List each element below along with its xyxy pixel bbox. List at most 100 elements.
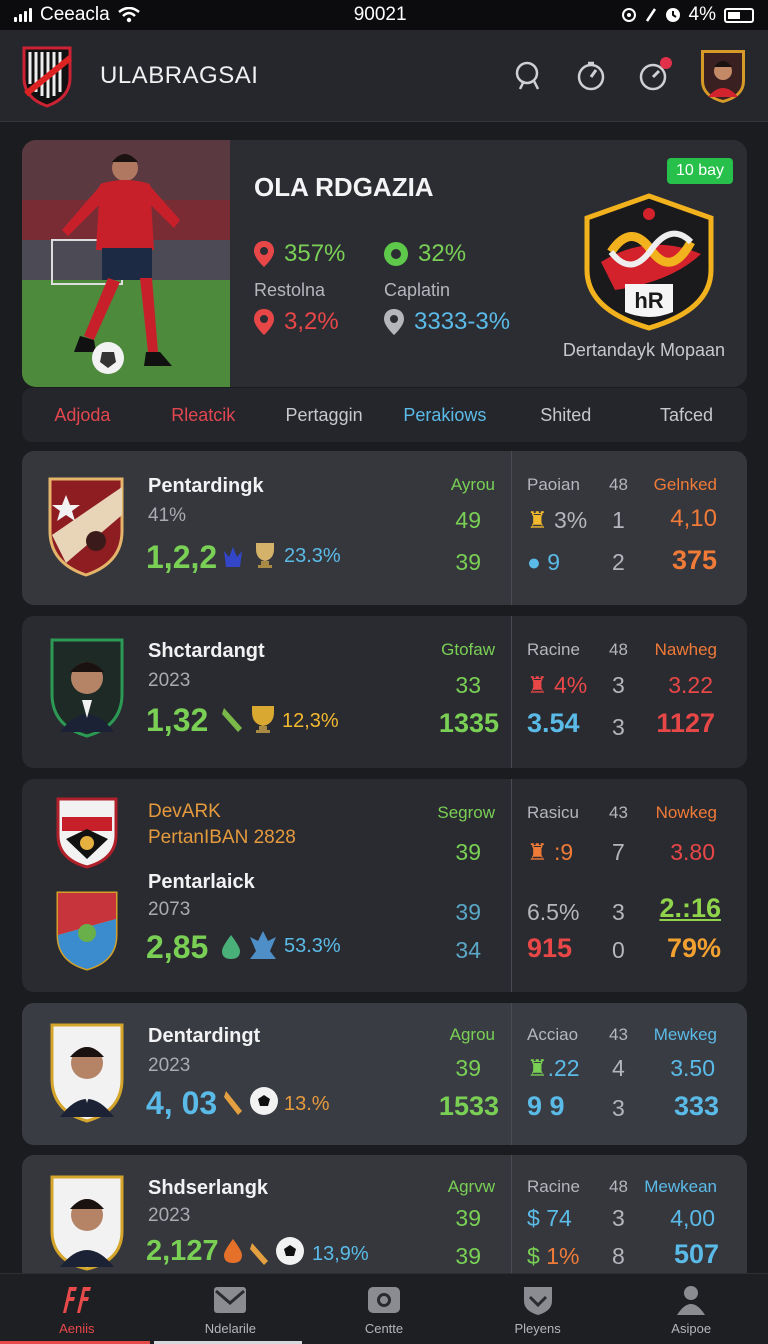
team-card[interactable]: Shdserlangk 2023 2,127 13,9% Agrvw 39 39… xyxy=(22,1155,747,1273)
col-value: 507 xyxy=(673,1239,719,1269)
col-value: 3.80 xyxy=(670,839,715,865)
stat-value: 3333-3% xyxy=(414,308,511,335)
battery-percent: 4% xyxy=(688,4,716,25)
status-bar: Ceeacla 90021 4% xyxy=(0,0,768,30)
stat-secondary: 3,2% xyxy=(254,308,339,336)
team-card[interactable]: Dentardingt 2023 4, 03 13.% Agrou 39 153… xyxy=(22,1003,747,1145)
col-header: Agrvw xyxy=(447,1177,495,1196)
soccer-ball-icon xyxy=(250,1087,278,1115)
search-icon[interactable] xyxy=(512,59,546,93)
col-value: 375 xyxy=(671,545,717,575)
team-percent: 13.% xyxy=(284,1093,330,1115)
nav-label: Aeniis xyxy=(59,1320,95,1336)
col-value: 915 xyxy=(527,933,573,963)
team-card[interactable]: Shctardangt 2023 1,32 12,3% Gtofaw 33 13… xyxy=(22,616,747,768)
club-logo[interactable] xyxy=(20,44,74,108)
col-header: 48 xyxy=(609,475,628,494)
nav-label: Asipoe xyxy=(671,1320,712,1336)
col-value: 3 xyxy=(612,1095,625,1121)
col-value: 3.54 xyxy=(527,708,580,738)
profile-avatar[interactable] xyxy=(698,47,748,105)
team-crest xyxy=(56,797,118,869)
col-value: 6.5% xyxy=(527,899,580,925)
person-icon xyxy=(677,1285,706,1315)
col-header: Gtofaw xyxy=(441,640,495,659)
circle-badge-icon xyxy=(384,242,408,266)
col-header: Segrow xyxy=(437,803,495,822)
crown-icon xyxy=(224,547,242,567)
team-crest xyxy=(56,891,118,971)
tab-pertaggin[interactable]: Pertaggin xyxy=(264,405,385,426)
target-icon xyxy=(621,8,636,22)
col-value: 34 xyxy=(455,937,481,963)
tab-bar: Adjoda Rleatcik Pertaggin Perakiows Shit… xyxy=(22,388,747,442)
team-score: 2,127 xyxy=(146,1235,219,1267)
clock: 90021 xyxy=(353,4,407,25)
signal-icon xyxy=(14,8,32,22)
column-divider xyxy=(511,1003,512,1145)
shirt-icon: ♜ xyxy=(527,507,548,533)
shirt-icon: ♜ xyxy=(527,672,548,698)
nav-asipoe[interactable]: Asipoe xyxy=(614,1274,768,1344)
team-name: Shctardangt xyxy=(148,640,265,662)
club-crest: hR xyxy=(584,193,714,331)
flame-icon xyxy=(250,931,276,959)
col-value: ● 9 xyxy=(527,549,561,575)
nav-label: Pleyens xyxy=(514,1320,561,1336)
whistle-icon xyxy=(222,708,242,732)
col-value: 79% xyxy=(666,933,721,963)
nav-aeniis[interactable]: Aeniis xyxy=(0,1274,154,1344)
col-value: 1533 xyxy=(438,1091,499,1121)
col-header: Rasicu xyxy=(527,803,579,822)
camera-icon xyxy=(367,1286,400,1313)
tab-adjoda[interactable]: Adjoda xyxy=(22,405,143,426)
team-name: Shdserlangk xyxy=(148,1177,269,1199)
drop-icon xyxy=(222,935,240,959)
nav-centte[interactable]: Centte xyxy=(307,1274,461,1344)
col-value: 8 xyxy=(612,1243,625,1269)
nav-ndelarile[interactable]: Ndelarile xyxy=(153,1274,308,1344)
team-subtitle: 2073 xyxy=(148,899,191,920)
stat-range: 3333-3% xyxy=(384,308,510,336)
column-divider xyxy=(511,779,512,992)
col-value: 3 xyxy=(612,714,625,740)
notifications-button[interactable] xyxy=(636,56,672,93)
col-value: 2 xyxy=(612,549,625,575)
col-value: ♜ 3% xyxy=(527,507,588,533)
tab-perakiows[interactable]: Perakiows xyxy=(384,405,505,426)
col-value: 3 xyxy=(612,672,625,698)
team-crest xyxy=(48,477,124,577)
col-value: 4 xyxy=(612,1055,625,1081)
team-percent: 13,9% xyxy=(312,1243,369,1265)
player-photo xyxy=(22,140,230,387)
col-header: Mewkean xyxy=(644,1177,717,1196)
svg-text:hR: hR xyxy=(634,288,663,313)
tab-rleatcik[interactable]: Rleatcik xyxy=(143,405,264,426)
whistle-icon xyxy=(224,1091,242,1115)
team-percent: 12,3% xyxy=(282,710,339,732)
app-header: ULABRAGSAI xyxy=(0,30,768,122)
player-avatar-crest xyxy=(50,1023,124,1123)
team-percent: 23.3% xyxy=(284,545,341,567)
col-value: 49 xyxy=(455,507,481,533)
team-subtitle: 41% xyxy=(148,505,187,526)
team-subtitle: 2023 xyxy=(148,1055,191,1076)
col-value: 39 xyxy=(455,899,481,925)
status-badge[interactable]: 10 bay xyxy=(666,158,733,184)
nav-pleyens[interactable]: Pleyens xyxy=(461,1274,615,1344)
pin-icon: ● xyxy=(527,549,541,575)
tab-tafced[interactable]: Tafced xyxy=(626,405,747,426)
col-value: 39 xyxy=(455,839,481,865)
team-card-group[interactable]: DevARK PertanIBAN 2828 Pentarlaick 2073 … xyxy=(22,779,747,992)
col-value: 1127 xyxy=(656,708,715,738)
featured-player-card[interactable]: OLA RDGAZIA 10 bay 357% 32% Restolna Cap… xyxy=(22,140,747,387)
tab-shited[interactable]: Shited xyxy=(505,405,626,426)
team-card[interactable]: Pentardingk 41% 1,2,2 23.3% Ayrou 49 39 … xyxy=(22,451,747,605)
col-value: 2.:16 xyxy=(659,893,721,923)
stopwatch-icon[interactable] xyxy=(574,59,608,93)
team-subtitle: 2023 xyxy=(148,670,191,691)
col-value: 4,10 xyxy=(670,505,717,532)
col-value: ♜ :9 xyxy=(527,839,574,865)
app-title: ULABRAGSAI xyxy=(100,61,259,89)
col-header: 43 xyxy=(609,1025,628,1044)
